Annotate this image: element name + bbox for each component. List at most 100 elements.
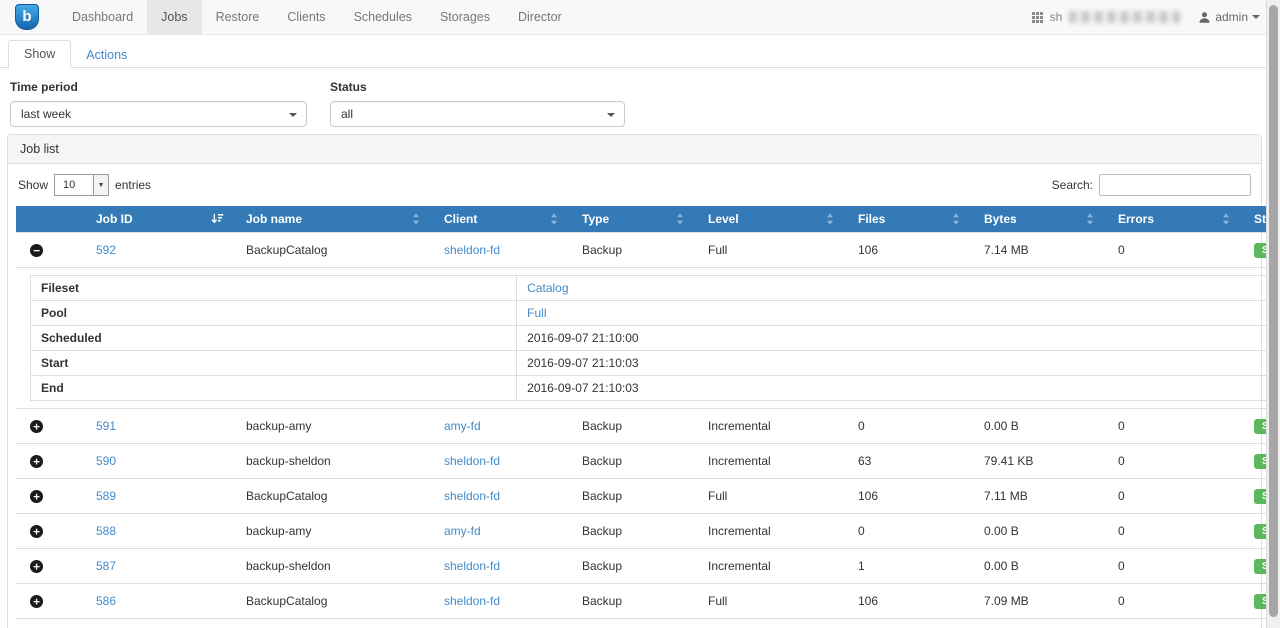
client-link[interactable]: sheldon-fd xyxy=(444,594,500,608)
errors-cell: 0 xyxy=(1104,619,1240,628)
job-id-cell: 592 xyxy=(82,233,232,268)
job-id-link[interactable]: 586 xyxy=(96,594,116,608)
detail-row-end: End2016-09-07 21:10:03 xyxy=(31,376,1280,401)
show-label: Show xyxy=(18,178,48,192)
type-cell: Backup xyxy=(568,479,694,514)
expand-row-icon[interactable]: + xyxy=(30,595,43,608)
status-select[interactable]: all xyxy=(330,101,625,127)
user-menu[interactable]: admin xyxy=(1198,10,1260,24)
column-label: Job ID xyxy=(96,212,133,226)
time-period-select[interactable]: last week xyxy=(10,101,307,127)
detail-value-link[interactable]: Full xyxy=(527,306,546,320)
job-name-cell: BackupCatalog xyxy=(232,233,430,268)
table-row: +588backup-amyamy-fdBackupIncremental00.… xyxy=(16,514,1280,549)
page-scrollbar[interactable] xyxy=(1266,0,1280,628)
expand-row-icon[interactable]: + xyxy=(30,525,43,538)
column-header-type[interactable]: Type xyxy=(568,206,694,233)
level-cell: Full xyxy=(694,584,844,619)
job-id-link[interactable]: 592 xyxy=(96,243,116,257)
level-cell: Incremental xyxy=(694,514,844,549)
entries-label: entries xyxy=(115,178,151,192)
nav-item-storages[interactable]: Storages xyxy=(426,0,504,34)
column-header-files[interactable]: Files xyxy=(844,206,970,233)
page-length-value: 10 xyxy=(55,175,93,195)
job-detail-table: FilesetCatalogPoolFullScheduled2016-09-0… xyxy=(30,275,1280,401)
column-header-bytes[interactable]: Bytes xyxy=(970,206,1104,233)
scrollbar-thumb[interactable] xyxy=(1269,5,1278,617)
column-label: Level xyxy=(708,212,739,226)
client-cell: amy-fd xyxy=(430,409,568,444)
detail-value: 2016-09-07 21:10:03 xyxy=(517,351,1280,376)
apps-grid-icon[interactable] xyxy=(1032,12,1043,23)
detail-row-start: Start2016-09-07 21:10:03 xyxy=(31,351,1280,376)
client-link[interactable]: sheldon-fd xyxy=(444,489,500,503)
detail-value: Full xyxy=(517,301,1280,326)
job-id-link[interactable]: 589 xyxy=(96,489,116,503)
column-header-job-name[interactable]: Job name xyxy=(232,206,430,233)
job-table-body: −592BackupCatalogsheldon-fdBackupFull106… xyxy=(16,233,1280,628)
tab-show[interactable]: Show xyxy=(8,40,71,68)
table-row: +591backup-amyamy-fdBackupIncremental00.… xyxy=(16,409,1280,444)
bytes-cell: 0.00 B xyxy=(970,549,1104,584)
table-row: +589BackupCatalogsheldon-fdBackupFull106… xyxy=(16,479,1280,514)
expand-row-icon[interactable]: + xyxy=(30,490,43,503)
job-id-link[interactable]: 588 xyxy=(96,524,116,538)
nav-item-restore[interactable]: Restore xyxy=(202,0,274,34)
panel-body: Show 10 ▼ entries Search: Job ID Job name… xyxy=(8,164,1261,628)
expand-row-icon[interactable]: + xyxy=(30,560,43,573)
table-row: +590backup-sheldonsheldon-fdBackupIncrem… xyxy=(16,444,1280,479)
job-id-cell: 589 xyxy=(82,479,232,514)
nav-item-clients[interactable]: Clients xyxy=(273,0,339,34)
client-cell: sheldon-fd xyxy=(430,479,568,514)
status-value: all xyxy=(341,107,353,121)
job-id-link[interactable]: 587 xyxy=(96,559,116,573)
job-name-cell: BackupCatalog xyxy=(232,584,430,619)
column-header-client[interactable]: Client xyxy=(430,206,568,233)
column-header-level[interactable]: Level xyxy=(694,206,844,233)
top-navbar: b DashboardJobsRestoreClientsSchedulesSt… xyxy=(0,0,1280,35)
bytes-cell: 7.11 MB xyxy=(970,479,1104,514)
expand-row-icon[interactable]: + xyxy=(30,420,43,433)
detail-row-scheduled: Scheduled2016-09-07 21:10:00 xyxy=(31,326,1280,351)
client-link[interactable]: amy-fd xyxy=(444,524,481,538)
detail-label: Start xyxy=(31,351,517,376)
page-length-control: Show 10 ▼ entries xyxy=(18,174,151,196)
errors-cell: 0 xyxy=(1104,514,1240,549)
job-id-link[interactable]: 590 xyxy=(96,454,116,468)
client-cell: amy-fd xyxy=(430,619,568,628)
sort-both-icon xyxy=(674,213,686,226)
baculum-logo-icon[interactable]: b xyxy=(15,4,39,30)
job-id-link[interactable]: 591 xyxy=(96,419,116,433)
nav-item-schedules[interactable]: Schedules xyxy=(340,0,426,34)
job-detail-cell: FilesetCatalogPoolFullScheduled2016-09-0… xyxy=(16,268,1280,409)
expand-row-icon[interactable]: + xyxy=(30,455,43,468)
page-length-select[interactable]: 10 ▼ xyxy=(54,174,109,196)
table-row: +586BackupCatalogsheldon-fdBackupFull106… xyxy=(16,584,1280,619)
client-link[interactable]: sheldon-fd xyxy=(444,454,500,468)
collapse-row-icon[interactable]: − xyxy=(30,244,43,257)
level-cell: Incremental xyxy=(694,619,844,628)
detail-value-link[interactable]: Catalog xyxy=(527,281,568,295)
search-input[interactable] xyxy=(1099,174,1251,196)
nav-item-jobs[interactable]: Jobs xyxy=(147,0,201,34)
column-header-job-id[interactable]: Job ID xyxy=(82,206,232,233)
errors-cell: 0 xyxy=(1104,233,1240,268)
client-link[interactable]: amy-fd xyxy=(444,419,481,433)
nav-item-dashboard[interactable]: Dashboard xyxy=(58,0,147,34)
table-row: +585backup-amyamy-fdBackupIncremental00.… xyxy=(16,619,1280,628)
column-header-errors[interactable]: Errors xyxy=(1104,206,1240,233)
level-cell: Incremental xyxy=(694,409,844,444)
detail-value: 2016-09-07 21:10:03 xyxy=(517,376,1280,401)
search-label: Search: xyxy=(1052,178,1093,192)
tab-actions[interactable]: Actions xyxy=(71,42,142,68)
errors-cell: 0 xyxy=(1104,444,1240,479)
nav-item-director[interactable]: Director xyxy=(504,0,576,34)
time-period-value: last week xyxy=(21,107,71,121)
detail-row-pool: PoolFull xyxy=(31,301,1280,326)
client-link[interactable]: sheldon-fd xyxy=(444,559,500,573)
job-name-cell: backup-amy xyxy=(232,514,430,549)
bytes-cell: 0.00 B xyxy=(970,514,1104,549)
client-link[interactable]: sheldon-fd xyxy=(444,243,500,257)
job-id-cell: 590 xyxy=(82,444,232,479)
expand-column-header xyxy=(16,206,82,233)
